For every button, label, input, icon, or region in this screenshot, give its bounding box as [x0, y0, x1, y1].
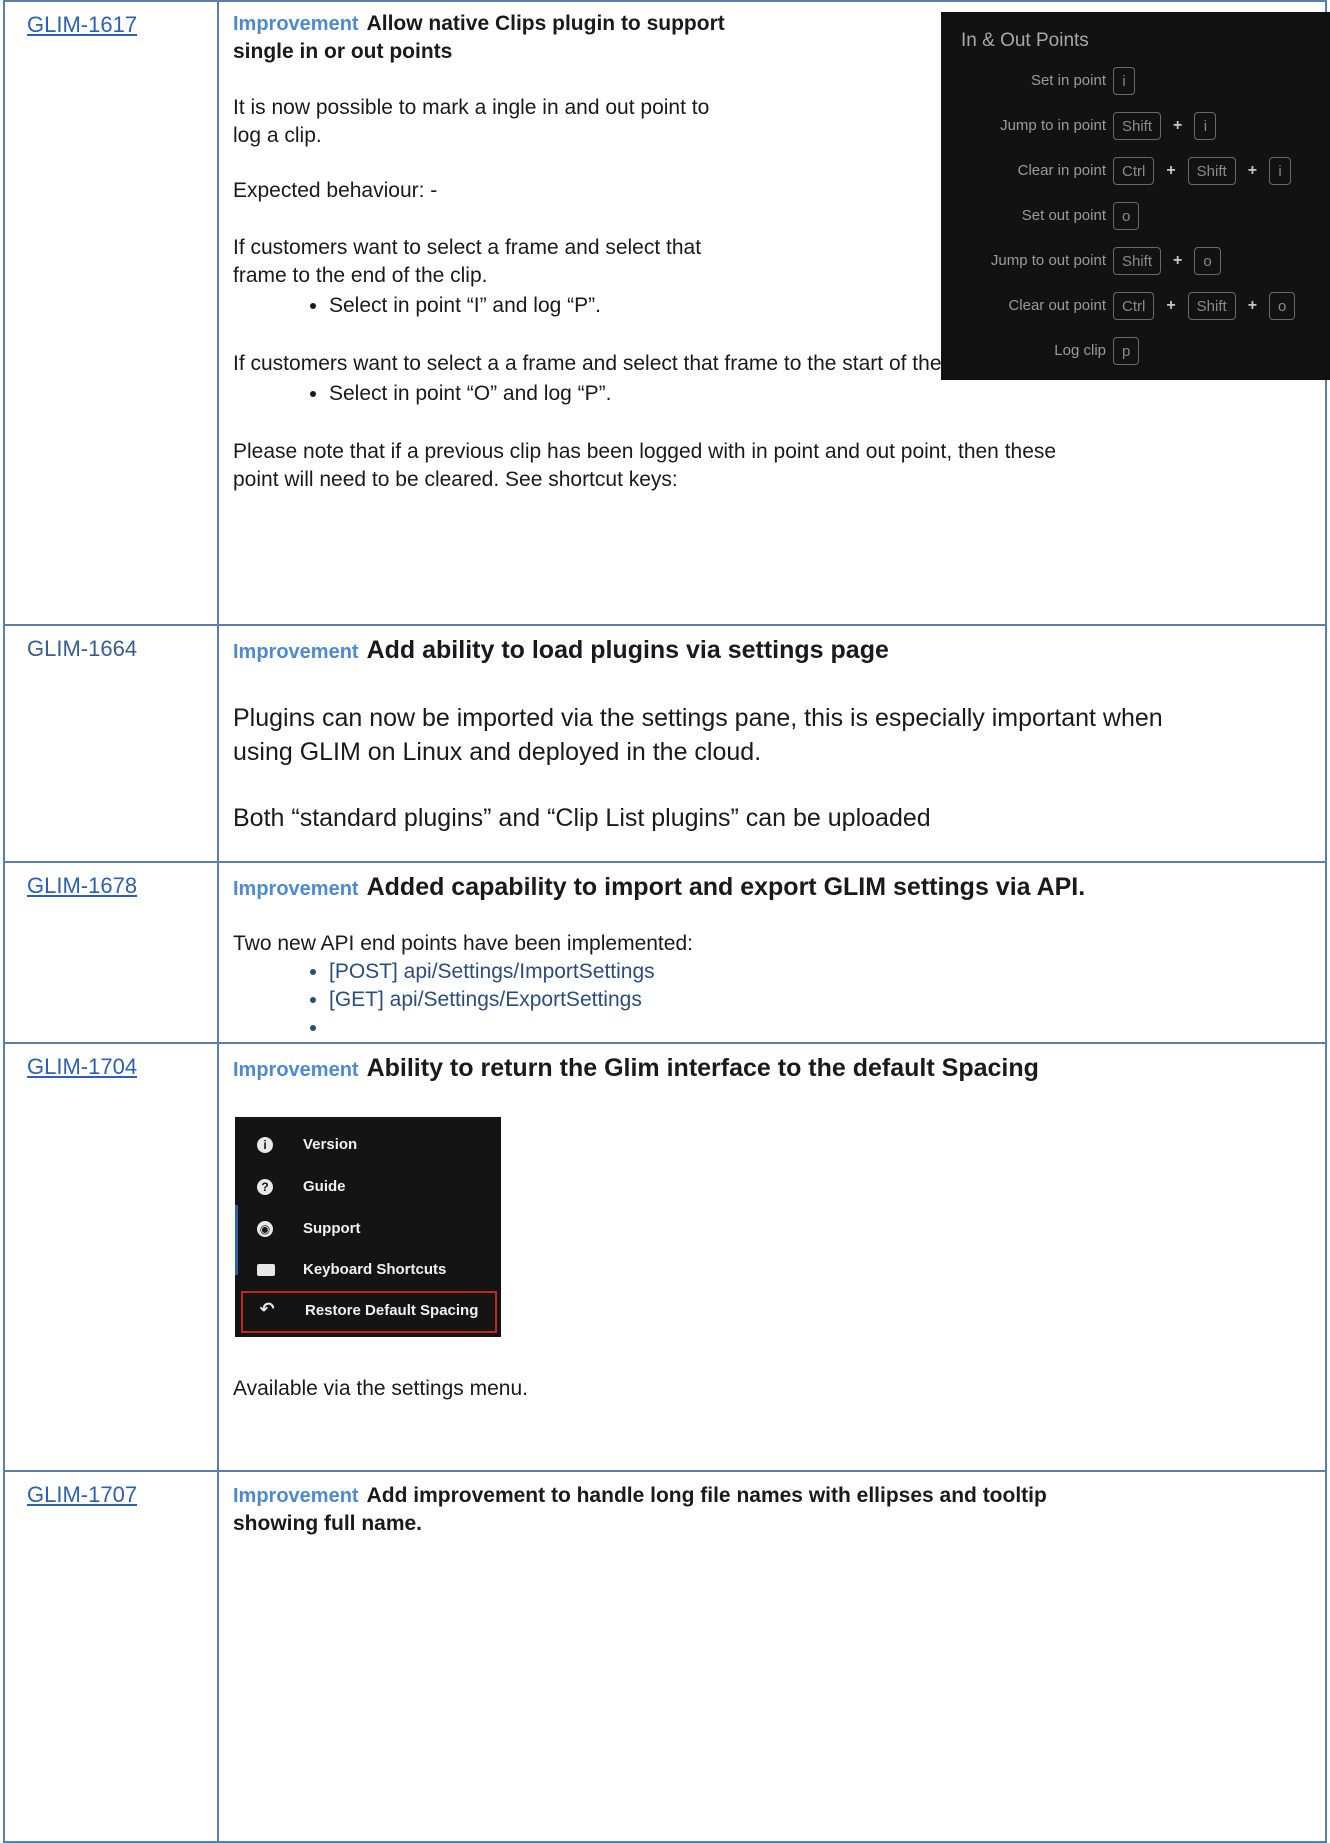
key-cap: i — [1194, 112, 1217, 140]
api-endpoint-item: [GET] api/Settings/ExportSettings — [329, 986, 1311, 1014]
menu-item-label: Guide — [303, 1178, 346, 1195]
menu-item-label: Version — [303, 1136, 358, 1153]
menu-item-label: Restore Default Spacing — [305, 1302, 479, 1319]
type-badge: Improvement — [233, 1485, 359, 1507]
keyboard-icon — [257, 1264, 275, 1276]
description-cell: Improvement Add ability to load plugins v… — [217, 624, 1327, 863]
paragraph-text: frame to the end of the clip. — [233, 264, 488, 287]
shortcut-label: Clear in point — [1017, 162, 1106, 179]
key-cap: Shift — [1187, 292, 1236, 320]
shortcut-label: Jump to out point — [990, 252, 1106, 269]
issue-title-cont: showing full name. — [233, 1512, 423, 1535]
undo-icon: ↶ — [259, 1298, 275, 1319]
paragraph-text: Available via the settings menu. — [233, 1377, 528, 1400]
issue-id: GLIM-1664 — [27, 636, 138, 661]
issue-title: Add improvement to handle long file name… — [366, 1484, 1047, 1507]
settings-menu-image: i Version ? Guide ◉ Support Keyboard Sho… — [235, 1117, 501, 1337]
description-cell: Improvement Added capability to import an… — [217, 861, 1327, 1044]
list-item: Select in point “O” and log “P”. — [329, 380, 1311, 408]
menu-item-keyboard-shortcuts: Keyboard Shortcuts — [235, 1250, 501, 1290]
api-endpoint-item: [POST] api/Settings/ImportSettings — [329, 958, 1311, 986]
description-cell: Improvement Ability to return the Glim in… — [217, 1042, 1327, 1472]
issue-id-cell: GLIM-1617 — [3, 0, 219, 626]
issue-title-cont: single in or out points — [233, 40, 453, 63]
issue-title: Add ability to load plugins via settings… — [366, 636, 889, 664]
menu-item-label: Keyboard Shortcuts — [303, 1261, 447, 1278]
shortcut-panel-header: In & Out Points — [961, 30, 1089, 51]
paragraph-text: Two new API end points have been impleme… — [233, 932, 693, 955]
shortcut-label: Set in point — [1030, 72, 1106, 89]
key-cap: i — [1113, 67, 1135, 95]
key-cap: o — [1269, 292, 1296, 320]
key-cap: o — [1194, 247, 1221, 275]
key-cap: Ctrl — [1113, 292, 1155, 320]
issue-id-cell: GLIM-1664 — [3, 624, 219, 863]
issue-title: Ability to return the Glim interface to … — [366, 1054, 1039, 1082]
shortcut-label: Set out point — [1021, 207, 1106, 224]
issue-id-cell: GLIM-1678 — [3, 861, 219, 1044]
type-badge: Improvement — [233, 878, 359, 900]
shortcut-row: Set in point i — [941, 64, 1330, 98]
type-badge: Improvement — [233, 641, 359, 663]
paragraph-text: using GLIM on Linux and deployed in the … — [233, 738, 762, 766]
paragraph-text: If customers want to select a frame and … — [233, 236, 702, 259]
shortcut-row: Log clip p — [941, 334, 1330, 368]
table-row: GLIM-1664 Improvement Add ability to load… — [3, 624, 1327, 863]
issue-id-cell: GLIM-1704 — [3, 1042, 219, 1472]
key-cap: Shift — [1113, 112, 1162, 140]
key-cap: i — [1269, 157, 1292, 185]
help-icon: ? — [257, 1179, 273, 1195]
issue-title: Allow native Clips plugin to support — [366, 12, 725, 35]
paragraph-text: Both “standard plugins” and “Clip List p… — [233, 804, 931, 832]
type-badge: Improvement — [233, 1059, 359, 1081]
paragraph-text: It is now possible to mark a ingle in an… — [233, 96, 710, 119]
key-cap: Shift — [1113, 247, 1162, 275]
table-row: GLIM-1617 Improvement Allow native Clips … — [3, 0, 1330, 626]
table-row: GLIM-1704 Improvement Ability to return t… — [3, 1042, 1327, 1472]
table-row: GLIM-1678 Improvement Added capability to… — [3, 861, 1327, 1044]
menu-item-restore-default-spacing: ↶ Restore Default Spacing — [241, 1291, 497, 1333]
shortcut-row: Clear out point Ctrl + Shift + o — [941, 289, 1330, 323]
info-icon: i — [257, 1137, 273, 1153]
menu-item-version: i Version — [235, 1125, 501, 1165]
menu-item-support: ◉ Support — [235, 1209, 501, 1249]
description-cell: Improvement Add improvement to handle lon… — [217, 1470, 1327, 1843]
issue-link[interactable]: GLIM-1678 — [27, 873, 137, 898]
menu-item-guide: ? Guide — [235, 1167, 501, 1207]
paragraph-text: log a clip. — [233, 124, 322, 147]
release-notes-table: GLIM-1617 Improvement Allow native Clips … — [3, 0, 1330, 1843]
type-badge: Improvement — [233, 13, 359, 35]
paragraph-text: point will need to be cleared. See short… — [233, 468, 678, 491]
paragraph-text: Please note that if a previous clip has … — [233, 440, 1057, 463]
paragraph-text: Plugins can now be imported via the sett… — [233, 704, 1163, 732]
paragraph-text: Expected behaviour: - — [233, 179, 438, 202]
table-row: GLIM-1707 Improvement Add improvement to … — [3, 1470, 1327, 1843]
issue-title: Added capability to import and export GL… — [366, 873, 1086, 901]
shortcut-row: Jump to in point Shift + i — [941, 109, 1330, 143]
shortcut-label: Log clip — [1054, 342, 1106, 359]
key-cap: Shift — [1187, 157, 1236, 185]
shortcut-row: Clear in point Ctrl + Shift + i — [941, 154, 1330, 188]
issue-link[interactable]: GLIM-1704 — [27, 1054, 137, 1079]
key-cap: p — [1113, 337, 1140, 365]
issue-id-cell: GLIM-1707 — [3, 1470, 219, 1843]
issue-link[interactable]: GLIM-1707 — [27, 1482, 137, 1507]
shortcut-label: Jump to in point — [1000, 117, 1106, 134]
shortcut-row: Set out point o — [941, 199, 1330, 233]
shortcut-keys-image: In & Out Points Set in point i Jump to i… — [941, 12, 1330, 380]
key-cap: o — [1113, 202, 1140, 230]
description-cell: Improvement Allow native Clips plugin to … — [217, 0, 1330, 626]
shortcut-row: Jump to out point Shift + o — [941, 244, 1330, 278]
menu-item-label: Support — [303, 1220, 361, 1237]
shortcut-label: Clear out point — [1008, 297, 1106, 314]
issue-link[interactable]: GLIM-1617 — [27, 12, 137, 37]
support-icon: ◉ — [257, 1221, 273, 1237]
list-item — [329, 1014, 1311, 1042]
key-cap: Ctrl — [1113, 157, 1155, 185]
